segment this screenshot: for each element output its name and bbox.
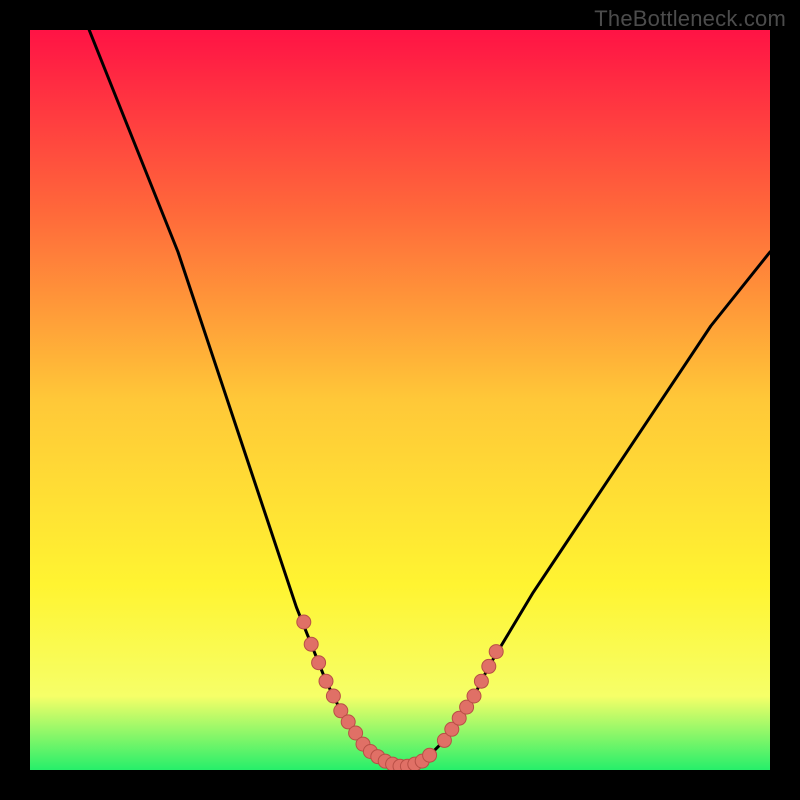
data-point bbox=[467, 689, 481, 703]
data-point bbox=[423, 748, 437, 762]
data-point bbox=[297, 615, 311, 629]
data-point bbox=[326, 689, 340, 703]
watermark-text: TheBottleneck.com bbox=[594, 6, 786, 32]
data-point bbox=[489, 645, 503, 659]
bottleneck-curve-plot bbox=[30, 30, 770, 770]
data-point bbox=[482, 659, 496, 673]
data-point bbox=[319, 674, 333, 688]
gradient-background bbox=[30, 30, 770, 770]
data-point bbox=[304, 637, 318, 651]
data-point bbox=[312, 656, 326, 670]
data-point bbox=[474, 674, 488, 688]
chart-frame: TheBottleneck.com bbox=[0, 0, 800, 800]
